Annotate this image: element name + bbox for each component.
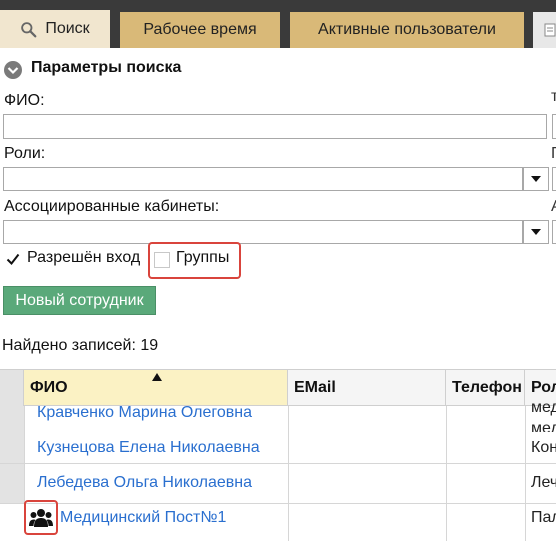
column-header-role-label: Рол	[531, 378, 556, 396]
tab-more[interactable]	[533, 12, 556, 48]
row-handle[interactable]	[0, 464, 24, 503]
search-icon	[21, 21, 37, 37]
tab-active-users-label: Активные пользователи	[318, 21, 496, 38]
role-cell: Кон	[531, 439, 556, 456]
row-handle[interactable]	[0, 432, 24, 463]
document-icon	[544, 23, 556, 37]
right-field-stub-3[interactable]	[552, 220, 556, 244]
login-allowed-checkbox[interactable]	[5, 251, 21, 267]
cabinets-dropdown-button[interactable]	[523, 220, 549, 244]
employee-name-link[interactable]: Кузнецова Елена Николаевна	[37, 439, 260, 457]
right-field-stub-2[interactable]	[552, 167, 556, 191]
right-label-fragment-2: Г	[551, 145, 556, 162]
right-field-stub-1[interactable]	[552, 114, 556, 139]
employee-name-link[interactable]: Лебедева Ольга Николаевна	[37, 474, 252, 492]
login-allowed-label: Разрешён вход	[27, 249, 141, 266]
cabinets-label: Ассоциированные кабинеты:	[4, 198, 220, 215]
roles-select[interactable]	[3, 167, 523, 191]
group-name-link[interactable]: Медицинский Пост№1	[60, 509, 226, 527]
right-label-fragment-3: А	[551, 198, 556, 216]
groups-label: Группы	[176, 249, 230, 266]
fio-label: ФИО:	[4, 92, 45, 109]
table-row[interactable]: Кузнецова Елена Николаевна Кон	[0, 432, 556, 464]
caret-down-icon	[531, 176, 541, 182]
search-params-title: Параметры поиска	[31, 59, 182, 76]
roles-dropdown-button[interactable]	[523, 167, 549, 191]
tab-search[interactable]: Поиск	[0, 10, 110, 48]
group-users-icon	[29, 509, 53, 527]
groups-checkbox[interactable]	[154, 252, 170, 268]
column-header-fio-label: ФИО	[30, 378, 68, 396]
new-employee-button[interactable]: Новый сотрудник	[3, 286, 156, 315]
column-header-phone[interactable]: Телефон	[446, 370, 525, 406]
new-employee-button-label: Новый сотрудник	[15, 291, 144, 309]
column-header-fio[interactable]: ФИО	[24, 370, 288, 406]
row-handle-header	[0, 370, 24, 406]
table-row[interactable]: Лебедева Ольга Николаевна Леч	[0, 464, 556, 504]
column-header-email[interactable]: EMail	[288, 370, 446, 406]
role-cell: Леч	[531, 474, 556, 491]
column-header-email-label: EMail	[294, 378, 336, 396]
caret-down-icon	[531, 229, 541, 235]
collapse-toggle-icon[interactable]	[3, 60, 23, 80]
table-header-row: ФИО EMail Телефон Рол	[0, 369, 556, 406]
found-records-count: Найдено записей: 19	[2, 337, 159, 354]
tab-work-time[interactable]: Рабочее время	[120, 12, 280, 48]
role-cell-line: мед	[531, 399, 556, 416]
sort-ascending-icon	[152, 373, 162, 381]
tab-bar: Поиск Рабочее время Активные пользовател…	[0, 0, 556, 48]
employee-name-link[interactable]: Кравченко Марина Олеговна	[37, 404, 252, 422]
tab-active-users[interactable]: Активные пользователи	[290, 12, 524, 48]
tab-search-label: Поиск	[45, 20, 90, 37]
right-label-fragment-1: т	[551, 88, 556, 105]
roles-label: Роли:	[4, 145, 46, 162]
tab-work-time-label: Рабочее время	[143, 21, 257, 38]
column-header-phone-label: Телефон	[452, 378, 522, 396]
table-row[interactable]: Медицинский Пост№1 Пал	[0, 504, 556, 541]
role-cell: Пал	[531, 509, 556, 526]
fio-input[interactable]	[3, 114, 547, 139]
cabinets-select[interactable]	[3, 220, 523, 244]
